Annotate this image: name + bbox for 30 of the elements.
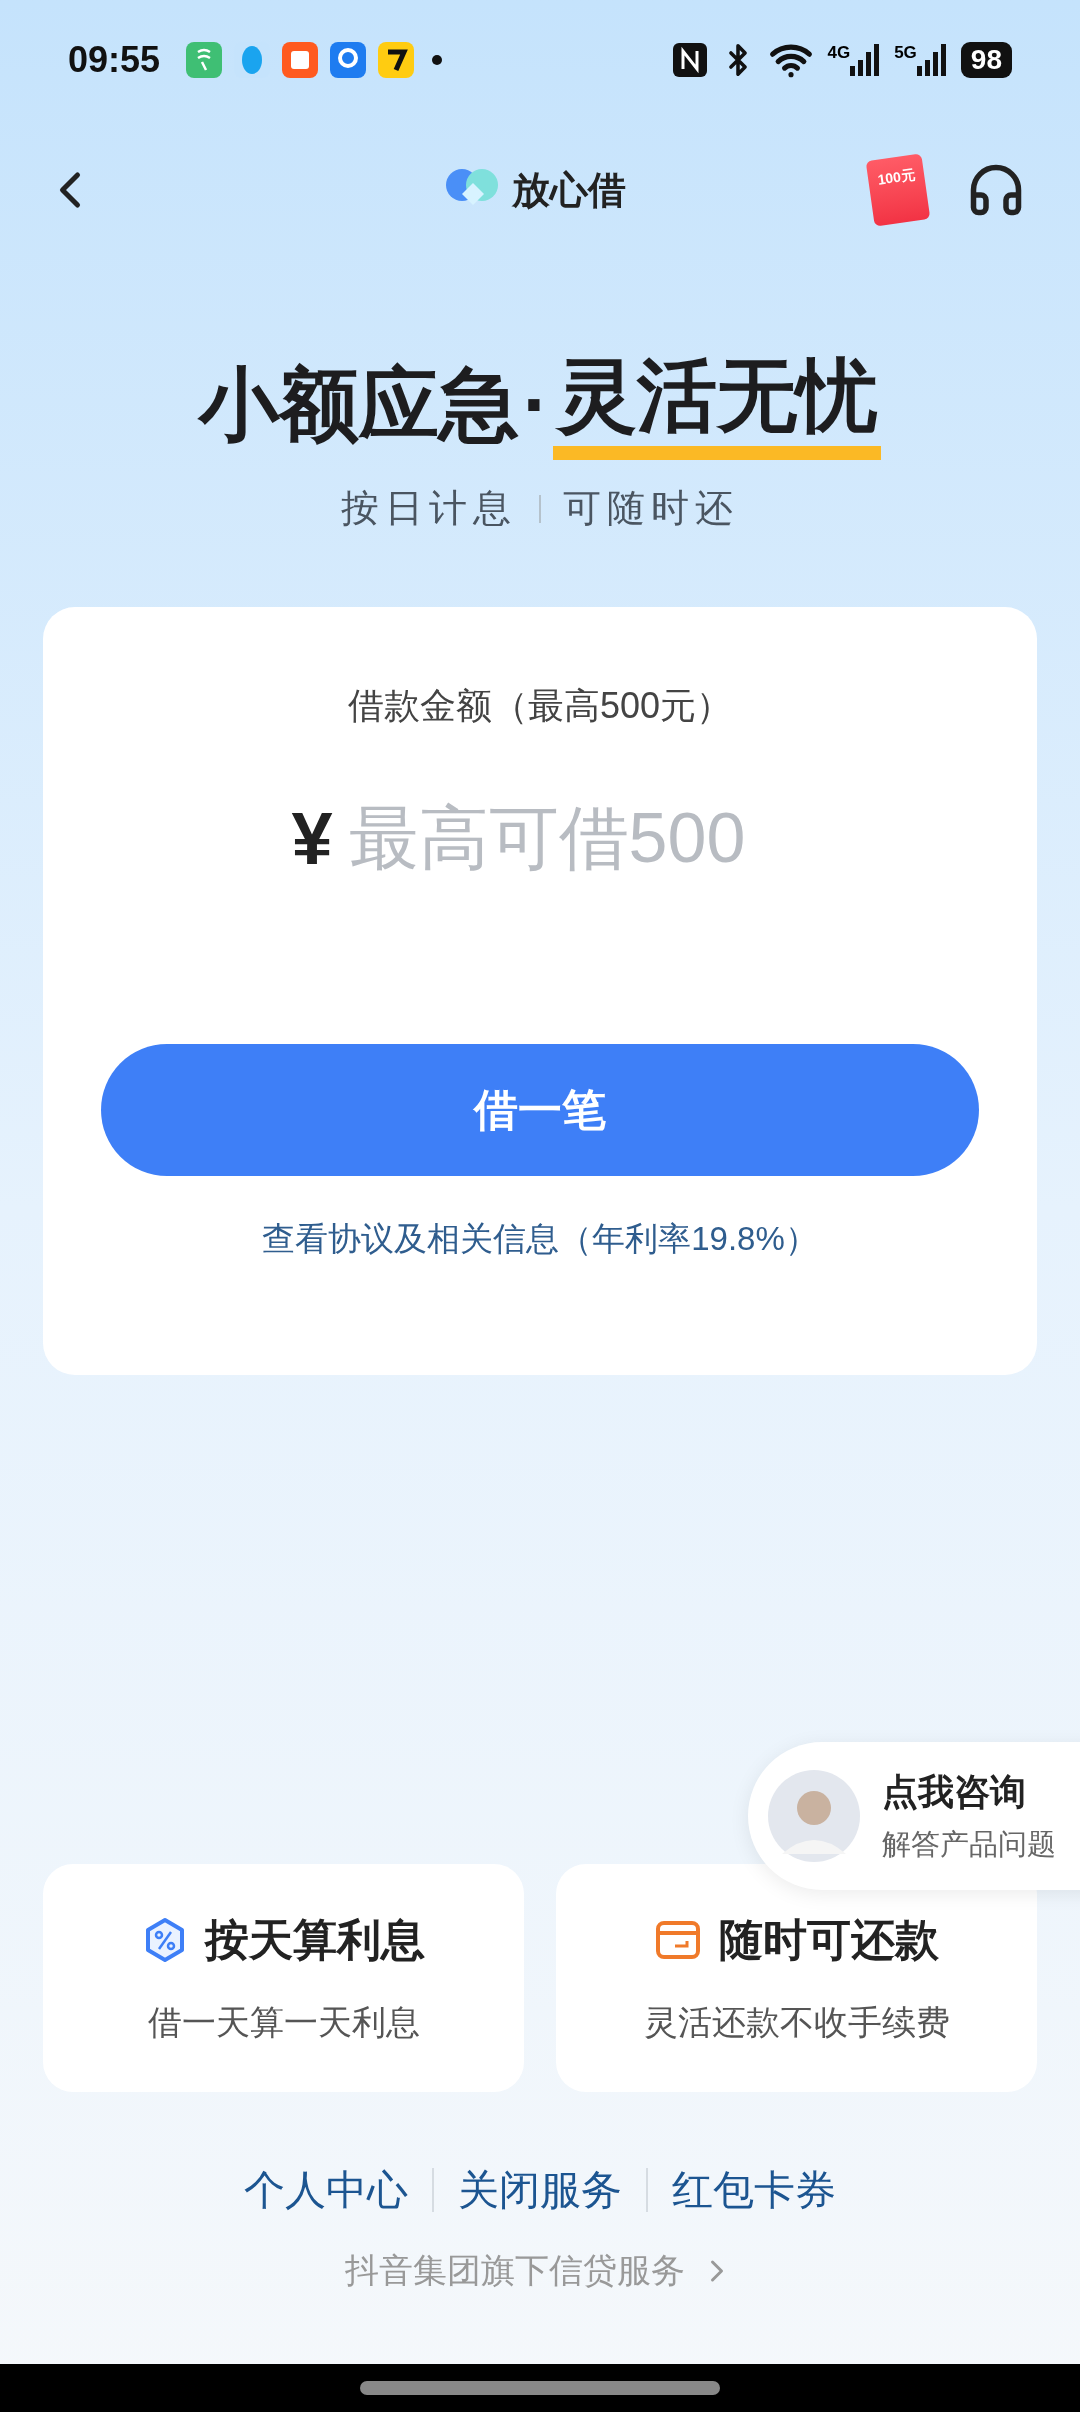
network-label: 4G — [827, 44, 851, 61]
subtitle-text: 按日计息 — [341, 486, 517, 531]
feature-title: 按天算利息 — [204, 1914, 425, 1966]
notification-app-icon — [186, 42, 223, 78]
loan-amount-label: 借款金额（最高500元） — [347, 684, 733, 728]
borrow-button[interactable]: 借一笔 — [101, 1044, 979, 1176]
feature-description: 借一天算一天利息 — [147, 2002, 420, 2043]
agreement-link[interactable]: 查看协议及相关信息（年利率19.8%） — [262, 1214, 818, 1264]
feature-title: 随时可还款 — [718, 1914, 939, 1966]
amount-input-field[interactable]: ¥ 最高可借500 — [291, 783, 789, 894]
wallet-icon — [654, 1920, 701, 1960]
footer-link[interactable]: 关闭服务 — [458, 2159, 622, 2221]
footer-link[interactable]: 红包卡券 — [672, 2159, 836, 2221]
search-app-icon — [330, 42, 367, 78]
consult-title: 点我咨询 — [882, 1770, 1027, 1815]
app-title: 放心借 — [512, 167, 626, 213]
headline-separator: · — [522, 365, 550, 445]
nfc-icon — [673, 43, 708, 77]
consult-subtitle: 解答产品问题 — [882, 1827, 1056, 1863]
consult-bubble[interactable]: 点我咨询 解答产品问题 — [748, 1742, 1080, 1890]
signal-icon — [850, 44, 881, 76]
more-notifications-dot — [432, 55, 443, 65]
network-label: 5G — [894, 44, 917, 61]
battery-indicator: 98 — [960, 42, 1012, 78]
status-time: 09:55 — [68, 38, 161, 82]
signal-icon — [916, 44, 947, 76]
subtitle-text: 可随时还 — [563, 486, 739, 531]
feature-description: 灵活还款不收手续费 — [643, 2002, 950, 2043]
footer-link[interactable]: 个人中心 — [244, 2159, 408, 2221]
headline-highlight: 灵活无忧 — [553, 350, 882, 460]
